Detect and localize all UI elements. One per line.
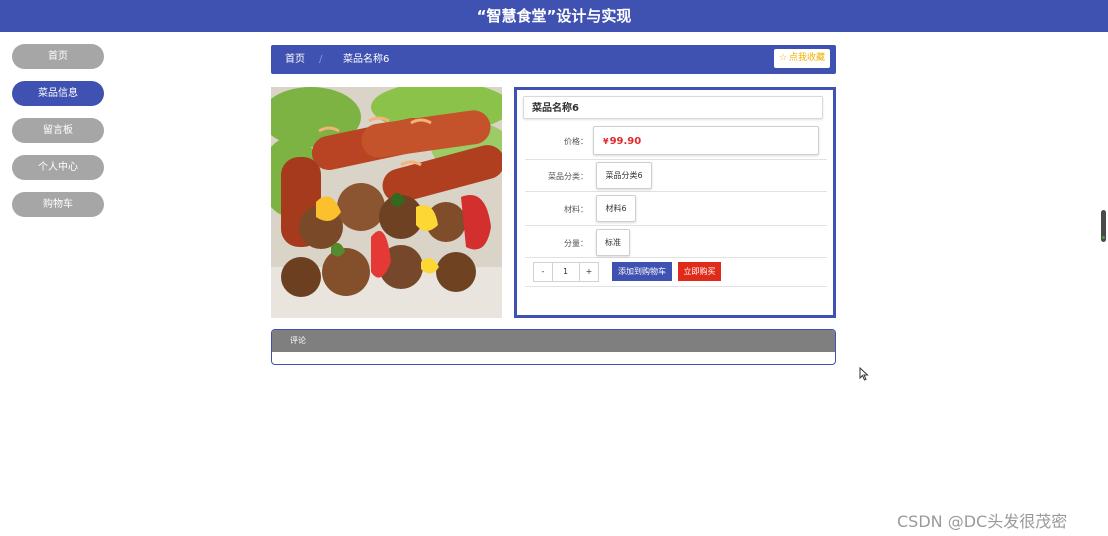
- favorite-button[interactable]: ☆ 点我收藏: [773, 49, 830, 68]
- product-image: [271, 87, 502, 318]
- portion-row: 分量： 标准: [525, 225, 827, 258]
- sidebar-item-home[interactable]: 首页: [12, 44, 104, 69]
- app-title-bar: “智慧食堂”设计与实现: [0, 0, 1108, 32]
- category-value: 菜品分类6: [596, 162, 652, 189]
- price-amount: 99.90: [609, 136, 642, 147]
- product-detail-panel: 菜品名称6 价格： ¥99.90 菜品分类： 菜品分类6 材料： 材料6 分量：…: [514, 87, 836, 318]
- buy-now-button[interactable]: 立即购买: [678, 262, 721, 281]
- quantity-stepper: - 1 +: [533, 262, 599, 282]
- category-label: 菜品分类：: [548, 172, 588, 181]
- scrollbar-indicator-icon: [1102, 236, 1105, 239]
- price-label: 价格：: [564, 137, 588, 146]
- mouse-cursor-icon: [859, 367, 869, 381]
- add-to-cart-button[interactable]: 添加到购物车: [612, 262, 672, 281]
- sidebar-item-dishes[interactable]: 菜品信息: [12, 81, 104, 106]
- sidebar-item-profile[interactable]: 个人中心: [12, 155, 104, 180]
- sidebar-item-cart[interactable]: 购物车: [12, 192, 104, 217]
- quantity-decrease-button[interactable]: -: [534, 263, 553, 281]
- breadcrumb-separator: /: [319, 54, 323, 65]
- breadcrumb-current: 菜品名称6: [343, 54, 390, 65]
- comments-panel: 评论: [271, 329, 836, 365]
- divider: [525, 286, 827, 287]
- app-title: “智慧食堂”设计与实现: [476, 7, 632, 25]
- product-title: 菜品名称6: [523, 96, 823, 119]
- currency-symbol: ¥: [603, 137, 609, 146]
- comments-title: 评论: [272, 330, 835, 352]
- sidebar-item-messages[interactable]: 留言板: [12, 118, 104, 143]
- star-outline-icon: ☆: [778, 53, 787, 63]
- material-row: 材料： 材料6: [525, 191, 827, 226]
- watermark: CSDN @DC头发很茂密: [897, 512, 1068, 531]
- price-row: 价格： ¥99.90: [525, 123, 827, 160]
- quantity-increase-button[interactable]: +: [579, 263, 598, 281]
- portion-value: 标准: [596, 229, 630, 256]
- material-value: 材料6: [596, 195, 636, 222]
- breadcrumb-home-link[interactable]: 首页: [285, 45, 305, 74]
- price-value: ¥99.90: [593, 126, 819, 155]
- category-row: 菜品分类： 菜品分类6: [525, 159, 827, 192]
- breadcrumb: 首页 / 菜品名称6 ☆ 点我收藏: [271, 45, 836, 74]
- material-label: 材料：: [564, 205, 588, 214]
- favorite-label: 点我收藏: [788, 53, 825, 63]
- quantity-input[interactable]: 1: [553, 263, 578, 281]
- portion-label: 分量：: [564, 239, 588, 248]
- grilled-food-photo-icon: [271, 87, 502, 318]
- sidebar-nav: 首页 菜品信息 留言板 个人中心 购物车: [12, 44, 104, 229]
